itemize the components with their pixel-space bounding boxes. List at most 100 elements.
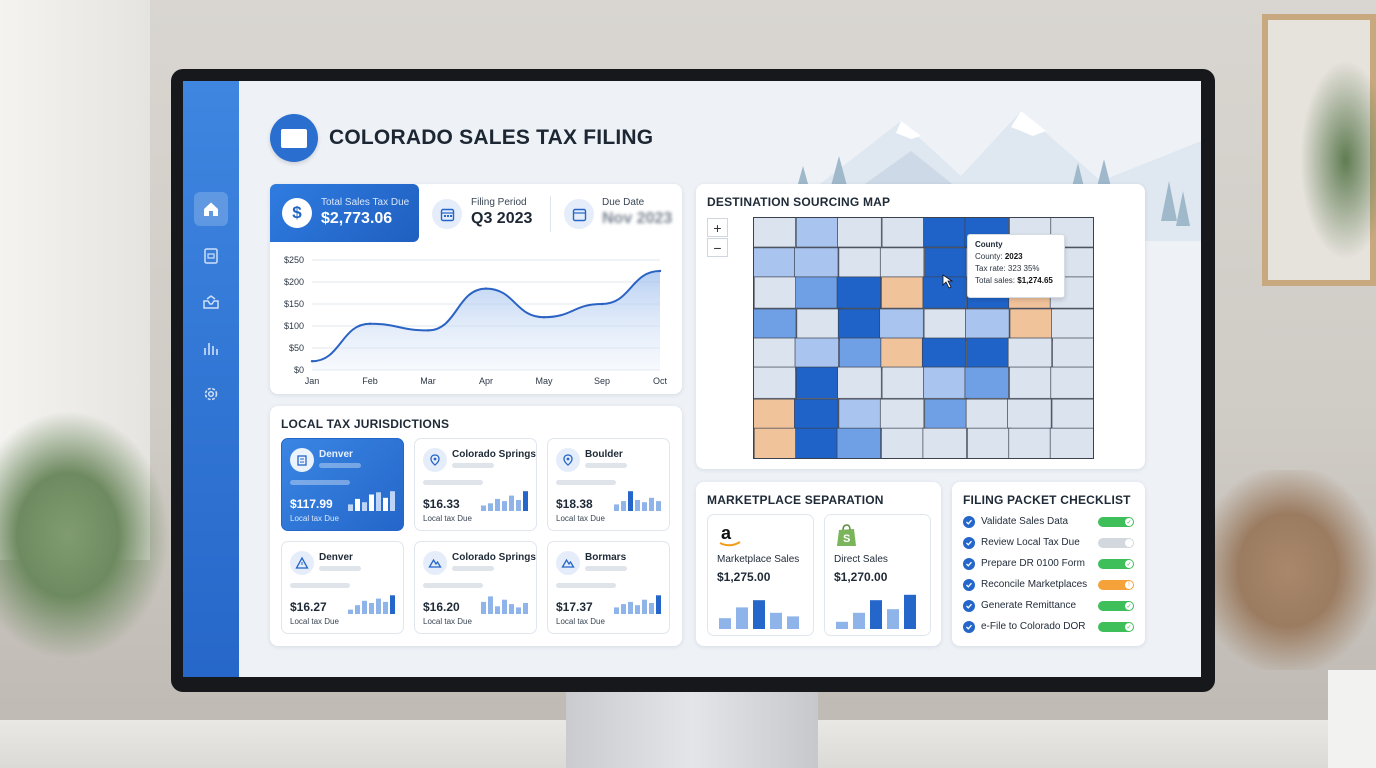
placeholder-line [423, 480, 483, 485]
jurisdiction-sub-label: Local tax Due [290, 514, 339, 523]
jurisdiction-tile[interactable]: Colorado Springs $16.33 Local tax Due [414, 438, 537, 531]
county-region[interactable] [794, 247, 839, 280]
county-region[interactable] [753, 398, 797, 431]
county-region[interactable] [923, 217, 968, 248]
checklist-item[interactable]: Validate Sales Data ✓ [963, 514, 1135, 530]
direct-sales-value: $1,270.00 [834, 570, 888, 584]
county-region[interactable] [881, 427, 926, 459]
county-region[interactable] [1008, 427, 1053, 459]
county-region[interactable] [879, 247, 925, 280]
sidebar-item-documents[interactable] [194, 239, 228, 273]
county-region[interactable] [836, 427, 882, 459]
jurisdiction-sub-label: Local tax Due [556, 617, 605, 626]
jurisdiction-amount: $16.33 [423, 497, 460, 511]
direct-sales-tile[interactable]: S Direct Sales $1,270.00 [824, 514, 931, 636]
toggle-knob: ! [1125, 581, 1133, 589]
sidebar-item-inbox[interactable] [194, 285, 228, 319]
county-region[interactable] [921, 337, 967, 370]
county-region[interactable] [1051, 308, 1094, 341]
county-region[interactable] [1049, 427, 1094, 459]
county-region[interactable] [966, 427, 1012, 459]
county-region[interactable] [881, 366, 927, 399]
county-region[interactable] [1009, 366, 1054, 399]
county-region[interactable] [836, 276, 882, 309]
county-region[interactable] [922, 427, 967, 459]
status-toggle[interactable]: ✓ [1098, 622, 1134, 632]
county-region[interactable] [838, 398, 883, 431]
county-region[interactable] [923, 366, 968, 399]
county-region[interactable] [964, 366, 1009, 399]
county-region[interactable] [1007, 398, 1052, 431]
county-region[interactable] [880, 337, 925, 370]
status-toggle[interactable]: ✓ [1098, 517, 1134, 527]
county-region[interactable] [1009, 308, 1054, 341]
status-toggle[interactable]: ! [1098, 580, 1134, 590]
county-region[interactable] [881, 276, 926, 309]
checklist-item[interactable]: Reconcile Marketplaces! [963, 577, 1135, 593]
county-region[interactable] [837, 308, 883, 341]
county-region[interactable] [881, 217, 927, 248]
mini-bar [502, 501, 507, 511]
county-region[interactable] [965, 308, 1010, 341]
jurisdiction-tile[interactable]: Colorado Springs $16.20 Local tax Due [414, 541, 537, 634]
placeholder-line [319, 566, 361, 571]
county-region[interactable] [794, 398, 839, 431]
county-region[interactable] [795, 217, 841, 248]
county-region[interactable] [753, 427, 799, 459]
y-tick-label: $150 [284, 299, 304, 309]
marketplace-sales-tile[interactable]: a Marketplace Sales $1,275.00 [707, 514, 814, 636]
status-toggle[interactable] [1098, 538, 1134, 548]
county-region[interactable] [966, 337, 1011, 370]
status-toggle[interactable]: ✓ [1098, 559, 1134, 569]
county-region[interactable] [753, 217, 796, 248]
jurisdiction-tile[interactable]: Denver $16.27 Local tax Due [281, 541, 404, 634]
county-region[interactable] [923, 308, 969, 341]
county-region[interactable] [838, 247, 883, 280]
county-region[interactable] [839, 337, 884, 370]
zoom-in-button[interactable]: + [707, 218, 728, 237]
sidebar-item-reports[interactable] [194, 331, 228, 365]
marketplace-title: MARKETPLACE SEPARATION [707, 493, 884, 507]
county-region[interactable] [753, 276, 799, 309]
county-region[interactable] [837, 217, 882, 248]
county-region[interactable] [794, 337, 840, 370]
y-tick-label: $200 [284, 277, 304, 287]
county-region[interactable] [924, 398, 969, 431]
checklist-item[interactable]: Review Local Tax Due [963, 535, 1135, 551]
county-region[interactable] [795, 276, 840, 309]
county-region[interactable] [753, 247, 797, 280]
county-region[interactable] [753, 337, 798, 370]
county-region[interactable] [753, 308, 797, 341]
checklist-item[interactable]: Generate Remittance ✓ [963, 598, 1135, 614]
county-region[interactable] [879, 398, 925, 431]
county-region[interactable] [965, 398, 1011, 431]
checklist-item[interactable]: Prepare DR 0100 Form ✓ [963, 556, 1135, 572]
county-region[interactable] [879, 308, 924, 341]
checklist-item[interactable]: e-File to Colorado DOR ✓ [963, 619, 1135, 635]
sidebar-item-settings[interactable] [194, 377, 228, 411]
marketplace-bar [753, 600, 765, 629]
county-region[interactable] [1050, 366, 1094, 399]
jurisdiction-tile[interactable]: Boulder $18.38 Local tax Due [547, 438, 670, 531]
page-title: COLORADO SALES TAX FILING [329, 126, 654, 149]
county-region[interactable] [1052, 337, 1094, 370]
sidebar-item-home[interactable] [194, 192, 228, 226]
county-region[interactable] [796, 308, 841, 341]
jurisdiction-tile[interactable]: Bormars $17.37 Local tax Due [547, 541, 670, 634]
county-region[interactable] [753, 366, 796, 399]
total-sales-tax-box[interactable]: $ Total Sales Tax Due $2,773.06 [270, 184, 419, 242]
marketplace-separation-card: MARKETPLACE SEPARATION a Marketplace Sal… [696, 482, 941, 646]
county-region[interactable] [837, 366, 882, 399]
county-region[interactable] [1051, 398, 1094, 431]
mini-bar [348, 609, 353, 614]
zoom-out-button[interactable]: − [707, 238, 728, 257]
county-region[interactable] [1007, 337, 1053, 370]
county-region[interactable] [924, 247, 969, 280]
county-region[interactable] [795, 366, 841, 399]
county-region[interactable] [795, 427, 840, 459]
jurisdiction-tile[interactable]: Denver $117.99 Local tax Due [281, 438, 404, 531]
gear-icon [204, 387, 218, 401]
status-toggle[interactable]: ✓ [1098, 601, 1134, 611]
local-tax-jurisdictions-card: LOCAL TAX JURISDICTIONS Denver $117.99 Loc… [270, 406, 682, 646]
checklist-label: Validate Sales Data [981, 516, 1069, 527]
